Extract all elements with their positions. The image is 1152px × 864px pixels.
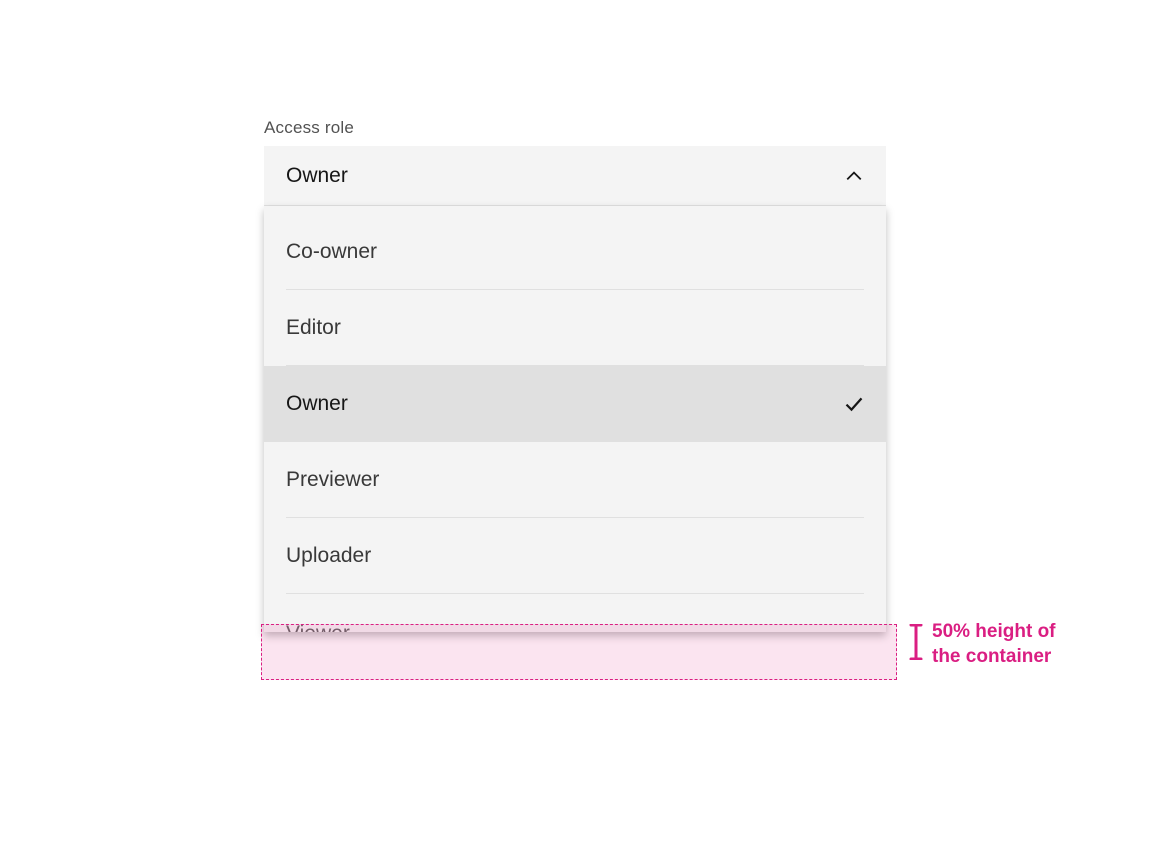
checkmark-icon [844, 394, 864, 414]
dropdown-option-uploader[interactable]: Uploader [264, 518, 886, 594]
dropdown-option-owner[interactable]: Owner [264, 366, 886, 442]
dropdown-menu: Co-owner Editor Owner Previewer Uploader [264, 206, 886, 632]
option-label: Co-owner [286, 240, 377, 264]
dropdown-option-previewer[interactable]: Previewer [264, 442, 886, 518]
option-label: Viewer [286, 622, 350, 632]
dropdown-option-co-owner[interactable]: Co-owner [264, 214, 886, 290]
option-label: Owner [286, 392, 348, 416]
dropdown-trigger[interactable]: Owner [264, 146, 886, 206]
dropdown-option-editor[interactable]: Editor [264, 290, 886, 366]
option-label: Previewer [286, 468, 379, 492]
dropdown-option-viewer[interactable]: Viewer [264, 594, 886, 632]
field-label: Access role [264, 118, 889, 138]
annotation-text: 50% height of the container [932, 620, 1132, 669]
option-label: Uploader [286, 544, 371, 568]
annotation-overlay [261, 624, 897, 680]
access-role-dropdown: Owner Co-owner Editor Owner [264, 146, 886, 632]
chevron-up-icon [844, 166, 864, 186]
option-label: Editor [286, 316, 341, 340]
annotation-bracket-icon [908, 624, 926, 665]
dropdown-selected-value: Owner [286, 164, 348, 188]
